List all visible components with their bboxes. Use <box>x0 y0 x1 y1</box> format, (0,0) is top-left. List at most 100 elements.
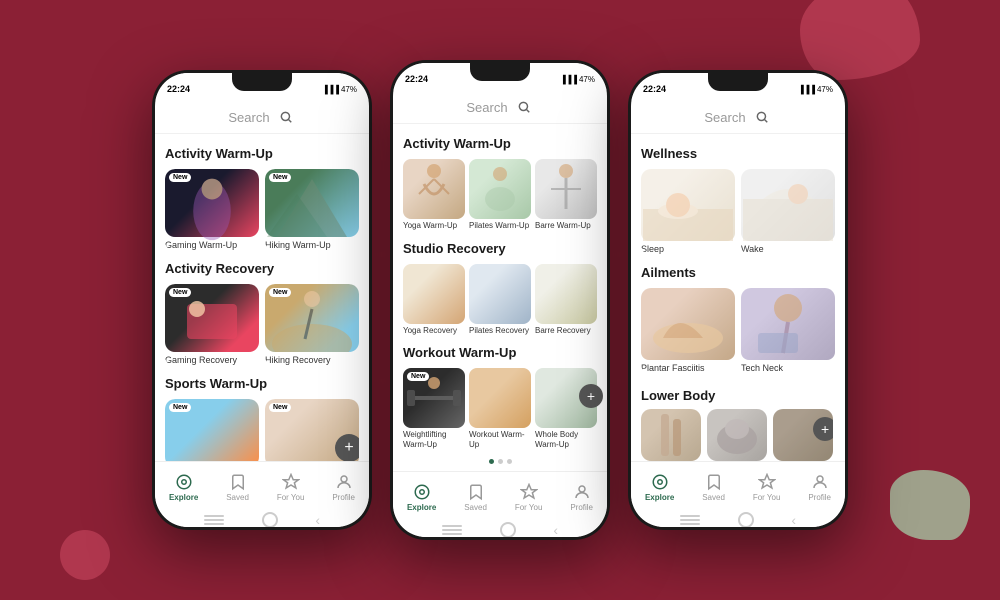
notch-middle <box>470 63 530 81</box>
nav-profile-middle[interactable]: Profile <box>570 483 593 512</box>
status-bar-left: 22:24 ▐▐▐47% <box>155 73 369 101</box>
card-sports2[interactable]: New + Surfing <box>265 399 359 461</box>
card-gaming-warmup[interactable]: New Gaming Warm-Up <box>165 169 259 251</box>
card-wake[interactable]: Wake <box>741 169 835 255</box>
plus-btn-right[interactable]: + <box>813 417 833 441</box>
phones-container: 22:24 ▐▐▐47% Search Activity Warm-Up <box>152 60 848 540</box>
card-tech-neck[interactable]: Tech Neck <box>741 288 835 374</box>
cards-workout-warmup: New Weightlifting Warm-Up Workout Warm-U… <box>403 368 597 449</box>
home-back-left: ‹ <box>315 512 320 527</box>
nav-foryou-left[interactable]: For You <box>277 473 305 502</box>
search-icon-middle[interactable] <box>514 97 534 117</box>
cards-studio-warmup: Yoga Warm-Up Pilates Warm-Up <box>403 159 597 231</box>
home-dot-right <box>738 512 754 527</box>
nav-profile-right[interactable]: Profile <box>808 473 831 502</box>
section-title-activity-warmup: Activity Warm-Up <box>165 146 359 161</box>
card-gaming-recovery[interactable]: New Gaming Recovery <box>165 284 259 366</box>
plus-btn-middle[interactable]: + <box>579 384 603 408</box>
card-weightlifting[interactable]: New Weightlifting Warm-Up <box>403 368 465 449</box>
decorative-blob-3 <box>60 530 110 580</box>
card-hiking-recovery[interactable]: New Hiking Recovery <box>265 284 359 366</box>
section-title-activity-recovery: Activity Recovery <box>165 261 359 276</box>
phone-right: 22:24 ▐▐▐47% Search Wellness <box>628 70 848 530</box>
nav-label-saved-left: Saved <box>226 493 249 502</box>
content-right: Wellness Sleep <box>631 134 845 461</box>
card-lower3[interactable]: + <box>773 409 833 461</box>
nav-label-profile-middle: Profile <box>570 503 593 512</box>
badge-sports2: New <box>269 403 291 412</box>
label-weightlifting: Weightlifting Warm-Up <box>403 430 465 449</box>
section-row-lower-body: Lower Body <box>641 384 835 403</box>
search-bar-right[interactable]: Search <box>631 101 845 134</box>
card-sports1[interactable]: New Sports Warm-Up <box>165 399 259 461</box>
search-icon-left[interactable] <box>276 107 296 127</box>
home-lines-left <box>204 515 224 525</box>
nav-profile-left[interactable]: Profile <box>332 473 355 502</box>
label-hiking-warmup: Hiking Warm-Up <box>265 240 359 251</box>
card-yoga-recovery[interactable]: Yoga Recovery <box>403 264 465 336</box>
home-indicator-right: ‹ <box>631 513 845 527</box>
card-pilates-recovery[interactable]: Pilates Recovery <box>469 264 531 336</box>
decorative-blob-2 <box>890 470 970 540</box>
plus-btn-left[interactable]: + <box>335 434 359 461</box>
label-hiking-recovery: Hiking Recovery <box>265 355 359 366</box>
home-lines-middle <box>442 525 462 535</box>
card-plantar[interactable]: Plantar Fasciitis <box>641 288 735 374</box>
nav-saved-right[interactable]: Saved <box>702 473 725 502</box>
nav-explore-left[interactable]: Explore <box>169 473 198 502</box>
decorative-blob-1 <box>800 0 920 80</box>
status-bar-right: 22:24 ▐▐▐47% <box>631 73 845 101</box>
nav-explore-middle[interactable]: Explore <box>407 483 436 512</box>
search-bar-left[interactable]: Search <box>155 101 369 134</box>
section-title-workout-warmup: Workout Warm-Up <box>403 345 597 360</box>
search-bar-middle[interactable]: Search <box>393 91 607 124</box>
signal-middle: ▐▐▐47% <box>560 75 595 84</box>
nav-label-profile-left: Profile <box>332 493 355 502</box>
search-icon-right[interactable] <box>752 107 772 127</box>
card-pilates-warmup[interactable]: Pilates Warm-Up <box>469 159 531 231</box>
card-barre-recovery[interactable]: Barre Recovery <box>535 264 597 336</box>
badge-gaming-recovery: New <box>169 288 191 297</box>
label-gaming-recovery: Gaming Recovery <box>165 355 259 366</box>
home-back-right: ‹ <box>791 512 796 527</box>
card-lower2[interactable] <box>707 409 767 461</box>
notch-right <box>708 73 768 91</box>
card-whole-body[interactable]: + Whole Body Warm-Up <box>535 368 597 449</box>
nav-label-saved-right: Saved <box>702 493 725 502</box>
label-wake: Wake <box>741 244 835 255</box>
pagination-dots-middle <box>403 459 597 464</box>
label-plantar: Plantar Fasciitis <box>641 363 735 374</box>
dot-3 <box>507 459 512 464</box>
label-sleep: Sleep <box>641 244 735 255</box>
nav-foryou-right[interactable]: For You <box>753 473 781 502</box>
label-barre-recovery: Barre Recovery <box>535 326 597 336</box>
card-lower1[interactable] <box>641 409 701 461</box>
card-workout-warmup[interactable]: Workout Warm-Up <box>469 368 531 449</box>
section-title-studio-warmup: Activity Warm-Up <box>403 136 597 151</box>
nav-foryou-middle[interactable]: For You <box>515 483 543 512</box>
card-yoga-warmup[interactable]: Yoga Warm-Up <box>403 159 465 231</box>
badge-gaming-warmup: New <box>169 173 191 182</box>
nav-saved-left[interactable]: Saved <box>226 473 249 502</box>
nav-saved-middle[interactable]: Saved <box>464 483 487 512</box>
badge-sports1: New <box>169 403 191 412</box>
search-label-right: Search <box>704 110 745 125</box>
cards-wellness: Sleep Wake <box>641 169 835 255</box>
cards-studio-recovery: Yoga Recovery Pilates Recovery Barre Rec… <box>403 264 597 336</box>
nav-explore-right[interactable]: Explore <box>645 473 674 502</box>
time-middle: 22:24 <box>405 74 428 84</box>
section-title-sports-warmup: Sports Warm-Up <box>165 376 359 391</box>
signal-left: ▐▐▐47% <box>322 85 357 94</box>
label-yoga-warmup: Yoga Warm-Up <box>403 221 465 231</box>
home-dot-left <box>262 512 278 527</box>
content-left: Activity Warm-Up New Gaming Warm-Up <box>155 134 369 461</box>
card-barre-warmup[interactable]: Barre Warm-Up <box>535 159 597 231</box>
nav-label-profile-right: Profile <box>808 493 831 502</box>
section-title-studio-recovery: Studio Recovery <box>403 241 597 256</box>
nav-label-explore-middle: Explore <box>407 503 436 512</box>
label-tech-neck: Tech Neck <box>741 363 835 374</box>
label-barre-warmup: Barre Warm-Up <box>535 221 597 231</box>
card-hiking-warmup[interactable]: New Hiking Warm-Up <box>265 169 359 251</box>
nav-label-explore-right: Explore <box>645 493 674 502</box>
card-sleep[interactable]: Sleep <box>641 169 735 255</box>
